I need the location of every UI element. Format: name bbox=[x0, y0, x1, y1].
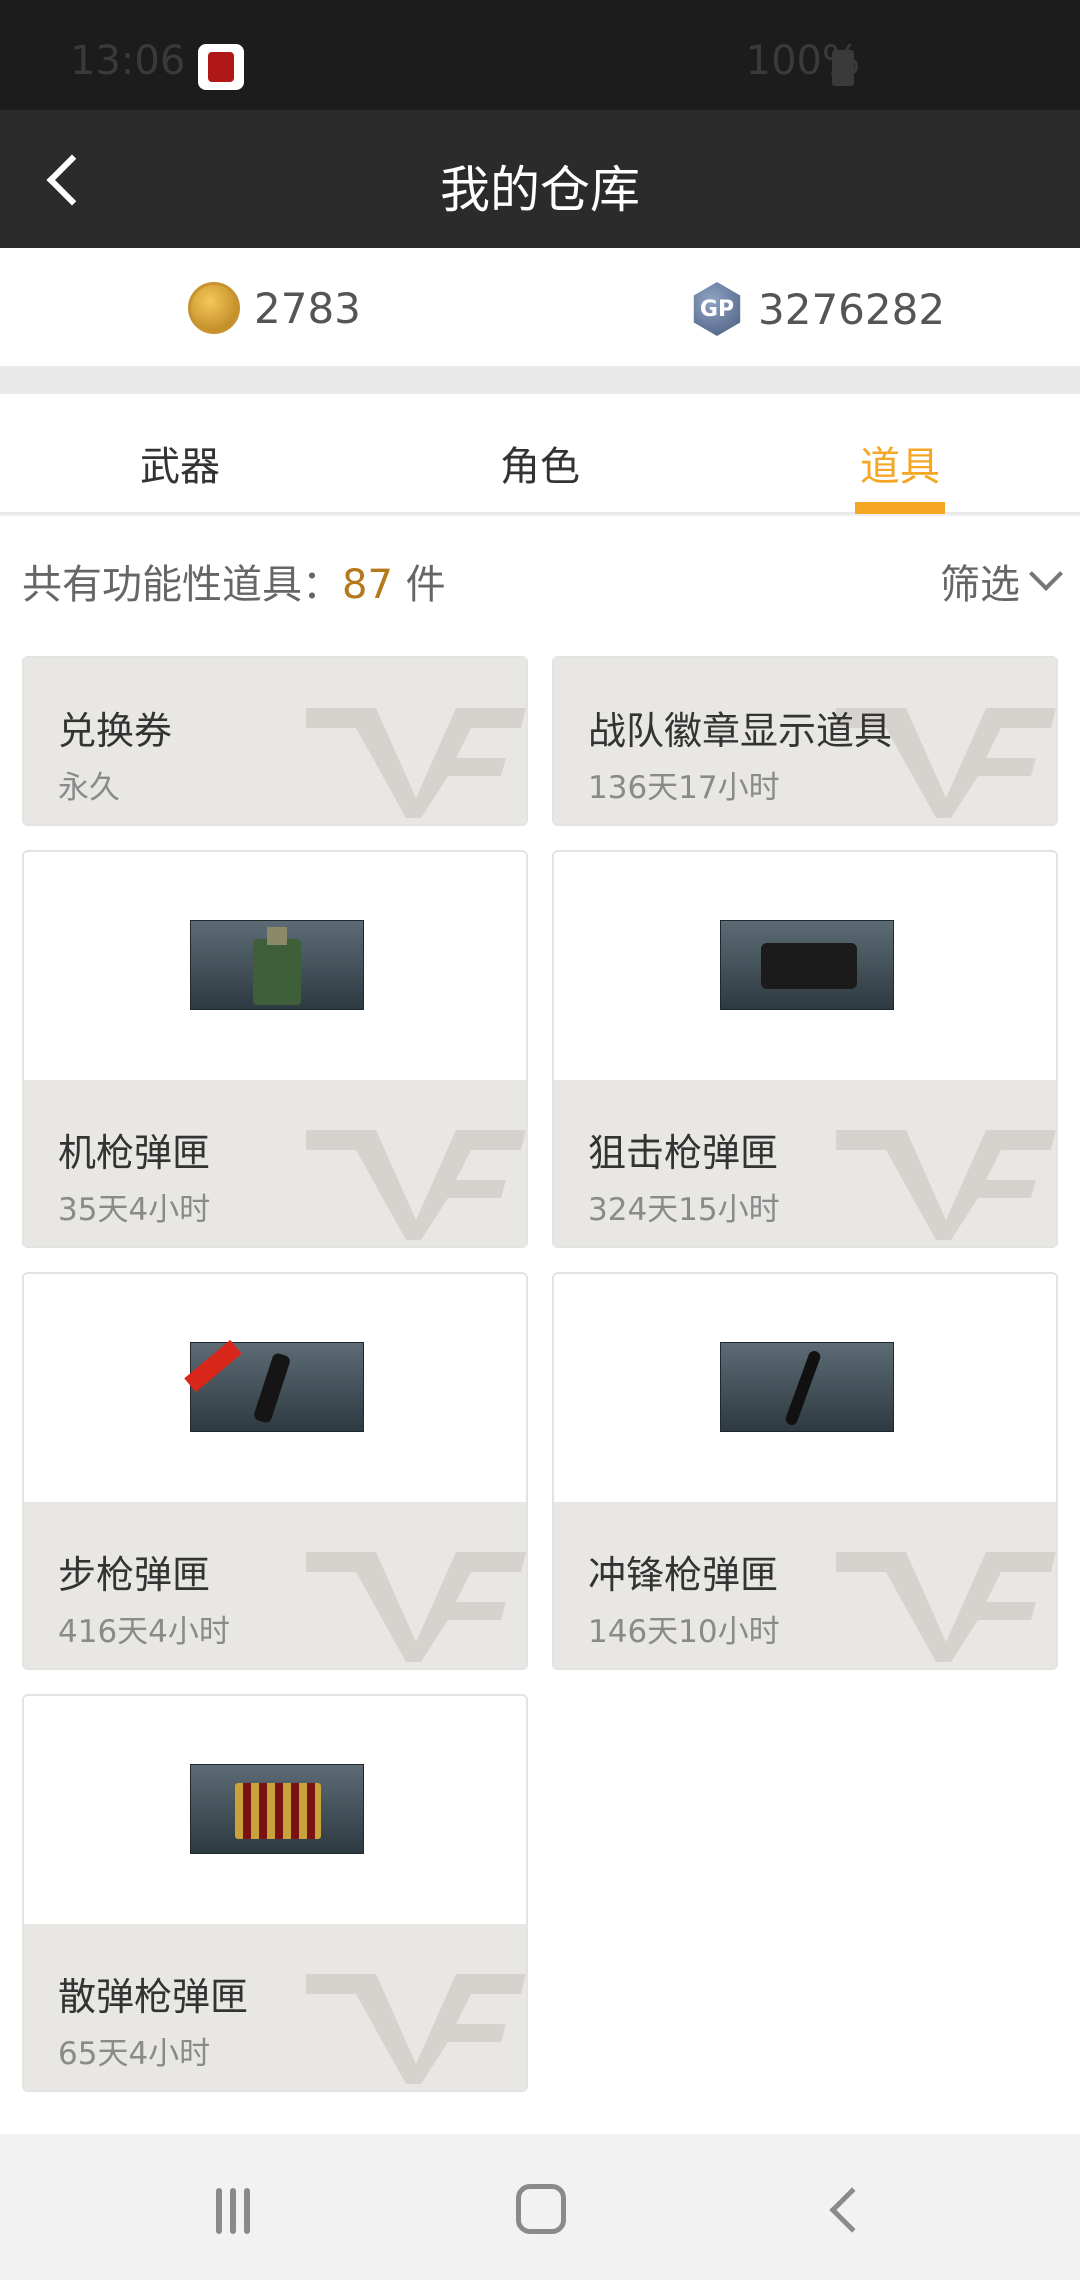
machine-gun-magazine-image bbox=[190, 920, 364, 1010]
item-name: 战队徽章显示道具 bbox=[588, 709, 893, 753]
currency-bar: 2783 GP 3276282 bbox=[0, 248, 1080, 366]
item-name: 兑换券 bbox=[58, 709, 173, 753]
item-card[interactable]: 步枪弹匣 416天4小时 bbox=[22, 1272, 528, 1670]
system-back-button[interactable] bbox=[829, 2187, 875, 2233]
filter-button[interactable]: 筛选 bbox=[940, 552, 1063, 610]
summary-suffix: 件 bbox=[392, 562, 446, 608]
rifle-magazine-image bbox=[184, 1339, 364, 1432]
item-duration: 136天17小时 bbox=[588, 770, 780, 806]
item-duration: 416天4小时 bbox=[58, 1614, 230, 1650]
home-button[interactable] bbox=[516, 2184, 566, 2234]
gp-points: GP 3276282 bbox=[690, 282, 945, 336]
item-name: 步枪弹匣 bbox=[58, 1553, 211, 1597]
tab-items[interactable]: 道具 bbox=[800, 434, 1000, 492]
cf-watermark-icon bbox=[306, 1552, 526, 1662]
smg-magazine-image bbox=[720, 1342, 894, 1432]
item-name: 散弹枪弹匣 bbox=[58, 1975, 249, 2019]
card-info: 狙击枪弹匣 324天15小时 bbox=[554, 1080, 1056, 1246]
cf-watermark-icon bbox=[836, 1552, 1056, 1662]
item-card[interactable]: 狙击枪弹匣 324天15小时 bbox=[552, 850, 1058, 1248]
item-duration: 永久 bbox=[58, 770, 120, 806]
card-info: 兑换券 永久 bbox=[24, 658, 526, 824]
sniper-magazine-image bbox=[720, 920, 894, 1010]
item-duration: 65天4小时 bbox=[58, 2036, 211, 2072]
item-name: 冲锋枪弹匣 bbox=[588, 1553, 779, 1597]
card-info: 战队徽章显示道具 136天17小时 bbox=[554, 658, 1056, 824]
active-tab-indicator bbox=[855, 502, 945, 514]
status-time: 13:06 bbox=[70, 38, 186, 84]
item-card[interactable]: 机枪弹匣 35天4小时 bbox=[22, 850, 528, 1248]
cf-watermark-icon bbox=[306, 1130, 526, 1240]
card-image-area bbox=[554, 1274, 1056, 1502]
card-info: 机枪弹匣 35天4小时 bbox=[24, 1080, 526, 1246]
item-duration: 35天4小时 bbox=[58, 1192, 211, 1228]
cf-watermark-icon bbox=[306, 708, 526, 818]
card-image-area bbox=[554, 852, 1056, 1080]
tab-weapons[interactable]: 武器 bbox=[80, 434, 280, 492]
item-name: 机枪弹匣 bbox=[58, 1131, 211, 1175]
battery-icon bbox=[832, 50, 854, 86]
item-card[interactable]: 冲锋枪弹匣 146天10小时 bbox=[552, 1272, 1058, 1670]
cf-coin-icon bbox=[188, 282, 240, 334]
card-info: 冲锋枪弹匣 146天10小时 bbox=[554, 1502, 1056, 1668]
item-count-summary: 共有功能性道具：87 件 bbox=[22, 552, 446, 610]
item-card[interactable]: 兑换券 永久 bbox=[22, 656, 528, 826]
chevron-down-icon bbox=[1029, 557, 1063, 591]
tab-characters[interactable]: 角色 bbox=[440, 434, 640, 492]
item-count: 87 bbox=[342, 562, 393, 608]
shotgun-shells-image bbox=[190, 1764, 364, 1854]
card-info: 散弹枪弹匣 65天4小时 bbox=[24, 1924, 526, 2090]
filter-label: 筛选 bbox=[940, 562, 1020, 608]
gp-points-value: 3276282 bbox=[758, 284, 946, 334]
summary-prefix: 共有功能性道具： bbox=[22, 562, 342, 608]
cf-watermark-icon bbox=[836, 1130, 1056, 1240]
card-image-area bbox=[24, 852, 526, 1080]
system-nav-bar bbox=[0, 2134, 1080, 2280]
recent-apps-button[interactable] bbox=[216, 2188, 250, 2234]
summary-bar: 共有功能性道具：87 件 筛选 bbox=[0, 516, 1080, 634]
category-tabs: 武器 角色 道具 bbox=[0, 394, 1080, 514]
item-grid: 兑换券 永久 战队徽章显示道具 136天17小时 机枪弹匣 35天4小时 狙击枪… bbox=[0, 634, 1080, 2134]
section-divider bbox=[0, 366, 1080, 394]
card-info: 步枪弹匣 416天4小时 bbox=[24, 1502, 526, 1668]
app-notification-icon bbox=[198, 44, 244, 90]
cf-watermark-icon bbox=[306, 1974, 526, 2084]
item-card[interactable]: 散弹枪弹匣 65天4小时 bbox=[22, 1694, 528, 2092]
card-image-area bbox=[24, 1696, 526, 1924]
status-bar: 13:06 100% bbox=[0, 0, 1080, 110]
app-header: 我的仓库 bbox=[0, 110, 1080, 248]
card-image-area bbox=[24, 1274, 526, 1502]
cf-points-value: 2783 bbox=[254, 283, 361, 333]
cf-points: 2783 bbox=[188, 282, 361, 334]
item-card[interactable]: 战队徽章显示道具 136天17小时 bbox=[552, 656, 1058, 826]
item-duration: 324天15小时 bbox=[588, 1192, 780, 1228]
item-name: 狙击枪弹匣 bbox=[588, 1131, 779, 1175]
item-duration: 146天10小时 bbox=[588, 1614, 780, 1650]
page-title: 我的仓库 bbox=[440, 161, 640, 219]
gp-coin-icon: GP bbox=[693, 282, 741, 336]
